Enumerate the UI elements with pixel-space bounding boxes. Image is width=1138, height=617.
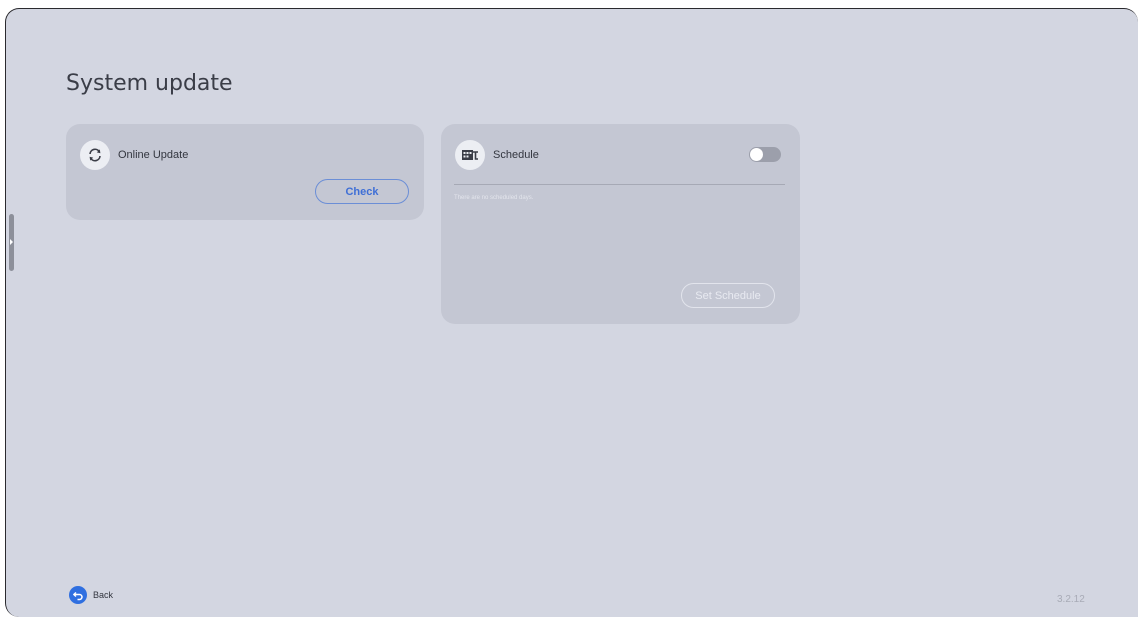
no-schedule-text: There are no scheduled days. (454, 195, 534, 201)
back-button[interactable]: Back (69, 586, 113, 604)
back-arrow-icon (69, 586, 87, 604)
online-update-label: Online Update (118, 149, 189, 161)
sync-icon (80, 140, 110, 170)
side-drawer-handle[interactable] (9, 214, 14, 271)
calendar-icon (455, 140, 485, 170)
expand-arrow-icon (10, 239, 13, 245)
divider (454, 184, 785, 185)
back-label: Back (93, 590, 114, 600)
page-title: System update (66, 71, 233, 96)
screen: System update Online Update Check Schedu… (5, 8, 1138, 617)
version-label: 3.2.12 (1057, 594, 1085, 605)
schedule-card: Schedule There are no scheduled days. Se… (441, 124, 800, 324)
schedule-label: Schedule (493, 149, 539, 161)
check-button[interactable]: Check (315, 179, 409, 204)
online-update-card: Online Update Check (66, 124, 424, 220)
toggle-knob (750, 148, 763, 161)
set-schedule-button[interactable]: Set Schedule (681, 283, 775, 308)
schedule-toggle[interactable] (749, 147, 781, 162)
